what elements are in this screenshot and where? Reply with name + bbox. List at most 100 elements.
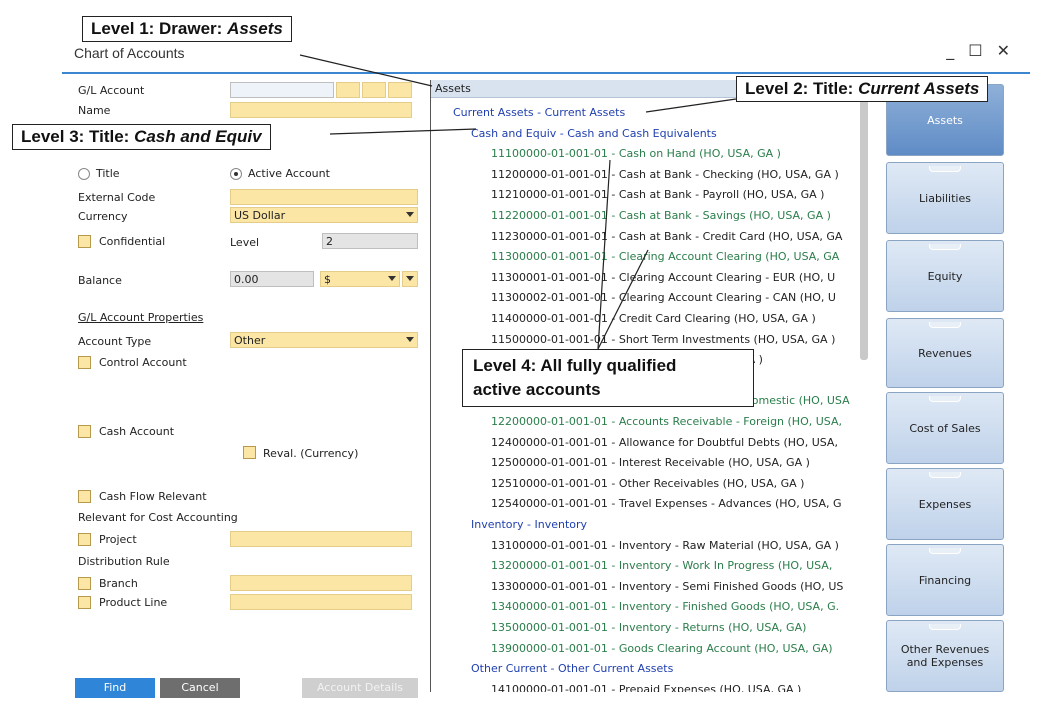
title-radio[interactable] <box>78 168 90 180</box>
drawer-expenses[interactable]: Expenses <box>886 468 1004 540</box>
gl-account-input[interactable] <box>230 82 334 98</box>
tree-account-row[interactable]: 11220000-01-001-01 - Cash at Bank - Savi… <box>491 209 831 222</box>
drawer-handle-icon <box>929 244 961 250</box>
drawer-other-revenues-and-expenses[interactable]: Other Revenues and Expenses <box>886 620 1004 692</box>
tree-title-row[interactable]: Inventory - Inventory <box>471 518 587 531</box>
drawer-label: Equity <box>927 269 963 283</box>
drawer-revenues[interactable]: Revenues <box>886 318 1004 388</box>
external-code-input[interactable] <box>230 189 418 205</box>
branch-label: Branch <box>99 577 138 590</box>
callout-level3-em: Cash and Equiv <box>134 127 262 146</box>
tree-account-row[interactable]: 12400000-01-001-01 - Allowance for Doubt… <box>491 436 838 449</box>
currency-label: Currency <box>78 210 128 223</box>
tree-account-row[interactable]: 13400000-01-001-01 - Inventory - Finishe… <box>491 600 839 613</box>
callout-level4-line1: Level 4: All fully qualified <box>473 356 677 375</box>
distribution-rule-label: Distribution Rule <box>78 555 170 568</box>
drawer-equity[interactable]: Equity <box>886 240 1004 312</box>
cash-account-checkbox[interactable] <box>78 425 91 438</box>
tree-title-row[interactable]: Current Assets - Current Assets <box>453 106 625 119</box>
tree-account-row[interactable]: 12540000-01-001-01 - Travel Expenses - A… <box>491 497 842 510</box>
control-account-checkbox[interactable] <box>78 356 91 369</box>
currency-value: US Dollar <box>234 209 286 222</box>
tree-account-row[interactable]: 11230000-01-001-01 - Cash at Bank - Cred… <box>491 230 842 243</box>
callout-level1-em: Assets <box>227 19 283 38</box>
gl-account-segment-3[interactable] <box>388 82 412 98</box>
chevron-down-icon <box>388 276 396 281</box>
title-divider <box>62 72 1030 74</box>
external-code-label: External Code <box>78 191 156 204</box>
tree-account-row[interactable]: 11500000-01-001-01 - Short Term Investme… <box>491 333 835 346</box>
tree-account-row[interactable]: 12500000-01-001-01 - Interest Receivable… <box>491 456 810 469</box>
drawer-liabilities[interactable]: Liabilities <box>886 162 1004 234</box>
drawer-handle-icon <box>929 396 961 402</box>
tree-account-row[interactable]: 13900000-01-001-01 - Goods Clearing Acco… <box>491 642 833 655</box>
balance-currency-select[interactable]: $ <box>320 271 400 287</box>
cancel-button[interactable]: Cancel <box>160 678 240 698</box>
cash-flow-relevant-checkbox[interactable] <box>78 490 91 503</box>
tree-account-row[interactable]: 11400000-01-001-01 - Credit Card Clearin… <box>491 312 816 325</box>
project-input[interactable] <box>230 531 412 547</box>
tree-account-row[interactable]: 12200000-01-001-01 - Accounts Receivable… <box>491 415 842 428</box>
product-line-input[interactable] <box>230 594 412 610</box>
chevron-down-icon <box>406 212 414 217</box>
drawer-label: Revenues <box>918 346 972 360</box>
tree-account-row[interactable]: 11300001-01-001-01 - Clearing Account Cl… <box>491 271 835 284</box>
project-checkbox[interactable] <box>78 533 91 546</box>
active-account-radio-label: Active Account <box>248 167 330 180</box>
tree-title-row[interactable]: Other Current - Other Current Assets <box>471 662 673 675</box>
callout-level3-text: Level 3: Title: <box>21 127 135 146</box>
tree-account-row[interactable]: 13200000-01-001-01 - Inventory - Work In… <box>491 559 832 572</box>
callout-level2-text: Level 2: Title: <box>745 79 859 98</box>
balance-label: Balance <box>78 274 122 287</box>
tree-account-row[interactable]: 11200000-01-001-01 - Cash at Bank - Chec… <box>491 168 839 181</box>
gl-account-segment-1[interactable] <box>336 82 360 98</box>
minimize-icon[interactable]: _ <box>946 41 954 60</box>
name-input[interactable] <box>230 102 412 118</box>
cost-accounting-label: Relevant for Cost Accounting <box>78 511 238 524</box>
tree-account-row[interactable]: 11100000-01-001-01 - Cash on Hand (HO, U… <box>491 147 781 160</box>
tree-account-row[interactable]: 12510000-01-001-01 - Other Receivables (… <box>491 477 804 490</box>
account-type-select[interactable]: Other <box>230 332 418 348</box>
branch-checkbox[interactable] <box>78 577 91 590</box>
tree-account-row[interactable]: 11300000-01-001-01 - Clearing Account Cl… <box>491 250 839 263</box>
balance-currency-value: $ <box>324 273 331 286</box>
account-type-label: Account Type <box>78 335 152 348</box>
gl-account-label: G/L Account <box>78 84 145 97</box>
account-type-value: Other <box>234 334 266 347</box>
tree-account-row[interactable]: 13500000-01-001-01 - Inventory - Returns… <box>491 621 806 634</box>
maximize-icon[interactable]: ☐ <box>968 41 982 60</box>
callout-level1-text: Level 1: Drawer: <box>91 19 228 38</box>
product-line-label: Product Line <box>99 596 168 609</box>
drawer-financing[interactable]: Financing <box>886 544 1004 616</box>
active-account-radio[interactable] <box>230 168 242 180</box>
name-label: Name <box>78 104 111 117</box>
callout-level2-em: Current Assets <box>858 79 980 98</box>
tree-account-row[interactable]: 11300002-01-001-01 - Clearing Account Cl… <box>491 291 836 304</box>
window-controls: _ ☐ ✕ <box>946 41 1010 60</box>
drawer-handle-icon <box>929 472 961 478</box>
currency-select[interactable]: US Dollar <box>230 207 418 223</box>
cash-account-label: Cash Account <box>99 425 175 438</box>
confidential-checkbox[interactable] <box>78 235 91 248</box>
drawer-handle-icon <box>929 548 961 554</box>
tree-account-row[interactable]: 11210000-01-001-01 - Cash at Bank - Payr… <box>491 188 824 201</box>
gl-account-segment-2[interactable] <box>362 82 386 98</box>
control-account-label: Control Account <box>99 356 187 369</box>
tree-account-row[interactable]: 13300000-01-001-01 - Inventory - Semi Fi… <box>491 580 843 593</box>
reval-currency-label: Reval. (Currency) <box>263 447 359 460</box>
tree-account-row[interactable]: 13100000-01-001-01 - Inventory - Raw Mat… <box>491 539 839 552</box>
reval-currency-checkbox[interactable] <box>243 446 256 459</box>
callout-level2: Level 2: Title: Current Assets <box>736 76 989 102</box>
balance-dropdown-button[interactable] <box>402 271 418 287</box>
chevron-down-icon <box>406 337 414 342</box>
tree-scrollbar[interactable] <box>860 98 868 360</box>
drawer-label: Cost of Sales <box>909 421 981 435</box>
branch-input[interactable] <box>230 575 412 591</box>
find-button[interactable]: Find <box>75 678 155 698</box>
tree-title-row[interactable]: Cash and Equiv - Cash and Cash Equivalen… <box>471 127 717 140</box>
close-icon[interactable]: ✕ <box>997 41 1010 60</box>
product-line-checkbox[interactable] <box>78 596 91 609</box>
account-details-button[interactable]: Account Details <box>302 678 418 698</box>
tree-account-row[interactable]: 14100000-01-001-01 - Prepaid Expenses (H… <box>491 683 801 692</box>
drawer-cost-of-sales[interactable]: Cost of Sales <box>886 392 1004 464</box>
